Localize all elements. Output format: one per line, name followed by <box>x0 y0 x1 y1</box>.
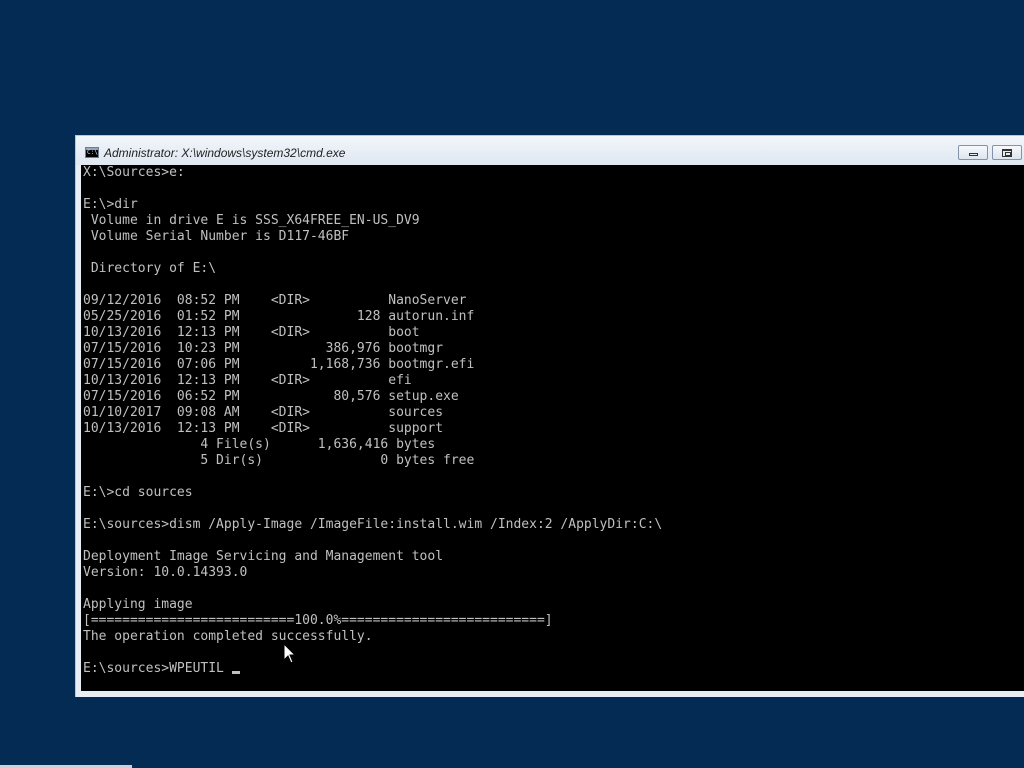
console-line: 07/15/2016 10:23 PM 386,976 bootmgr <box>83 341 444 356</box>
maximize-button[interactable] <box>992 145 1022 160</box>
minimize-button[interactable] <box>958 145 988 160</box>
console-line: 07/15/2016 07:06 PM 1,168,736 bootmgr.ef… <box>83 357 475 372</box>
title-bar[interactable]: Administrator: X:\windows\system32\cmd.e… <box>76 136 1024 165</box>
window-title: Administrator: X:\windows\system32\cmd.e… <box>104 146 346 160</box>
cmd-icon <box>85 147 99 158</box>
console-line: 01/10/2017 09:08 AM <DIR> sources <box>83 405 444 420</box>
console-line: E:\>cd sources <box>83 485 193 500</box>
maximize-icon <box>1002 149 1012 157</box>
console-line: [==========================100.0%=======… <box>83 613 553 628</box>
console-line: 10/13/2016 12:13 PM <DIR> support <box>83 421 444 436</box>
console-line: E:\>dir <box>83 197 138 212</box>
command-input[interactable]: WPEUTIL <box>169 661 232 676</box>
console-line: E:\sources>dism /Apply-Image /ImageFile:… <box>83 517 663 532</box>
minimize-icon <box>969 153 978 156</box>
console-line: 10/13/2016 12:13 PM <DIR> boot <box>83 325 420 340</box>
prompt-line[interactable]: E:\sources>WPEUTIL <box>83 661 1024 677</box>
console-line: 09/12/2016 08:52 PM <DIR> NanoServer <box>83 293 467 308</box>
console-line: Version: 10.0.14393.0 <box>83 565 248 580</box>
console-line: Volume in drive E is SSS_X64FREE_EN-US_D… <box>83 213 420 228</box>
console-line: 4 File(s) 1,636,416 bytes <box>83 437 436 452</box>
console-text: X:\Sources>e: E:\>dir Volume in drive E i… <box>81 165 1024 677</box>
console-line: Applying image <box>83 597 193 612</box>
command-prompt-window[interactable]: Administrator: X:\windows\system32\cmd.e… <box>75 135 1024 697</box>
console-line: 07/15/2016 06:52 PM 80,576 setup.exe <box>83 389 459 404</box>
console-output-area[interactable]: X:\Sources>e: E:\>dir Volume in drive E i… <box>81 165 1024 691</box>
mouse-pointer-icon <box>283 643 297 664</box>
console-line: X:\Sources>e: <box>83 165 185 180</box>
console-line: 10/13/2016 12:13 PM <DIR> efi <box>83 373 412 388</box>
console-line: Deployment Image Servicing and Managemen… <box>83 549 444 564</box>
console-line: 5 Dir(s) 0 bytes free <box>83 453 475 468</box>
desktop-background: Administrator: X:\windows\system32\cmd.e… <box>0 0 1024 768</box>
console-line: Directory of E:\ <box>83 261 217 276</box>
prompt: E:\sources> <box>83 661 170 676</box>
console-line: Volume Serial Number is D117-46BF <box>83 229 350 244</box>
console-line: The operation completed successfully. <box>83 629 373 644</box>
console-line: 05/25/2016 01:52 PM 128 autorun.inf <box>83 309 475 324</box>
console-history: X:\Sources>e: E:\>dir Volume in drive E i… <box>83 165 1024 661</box>
text-cursor <box>231 671 240 674</box>
